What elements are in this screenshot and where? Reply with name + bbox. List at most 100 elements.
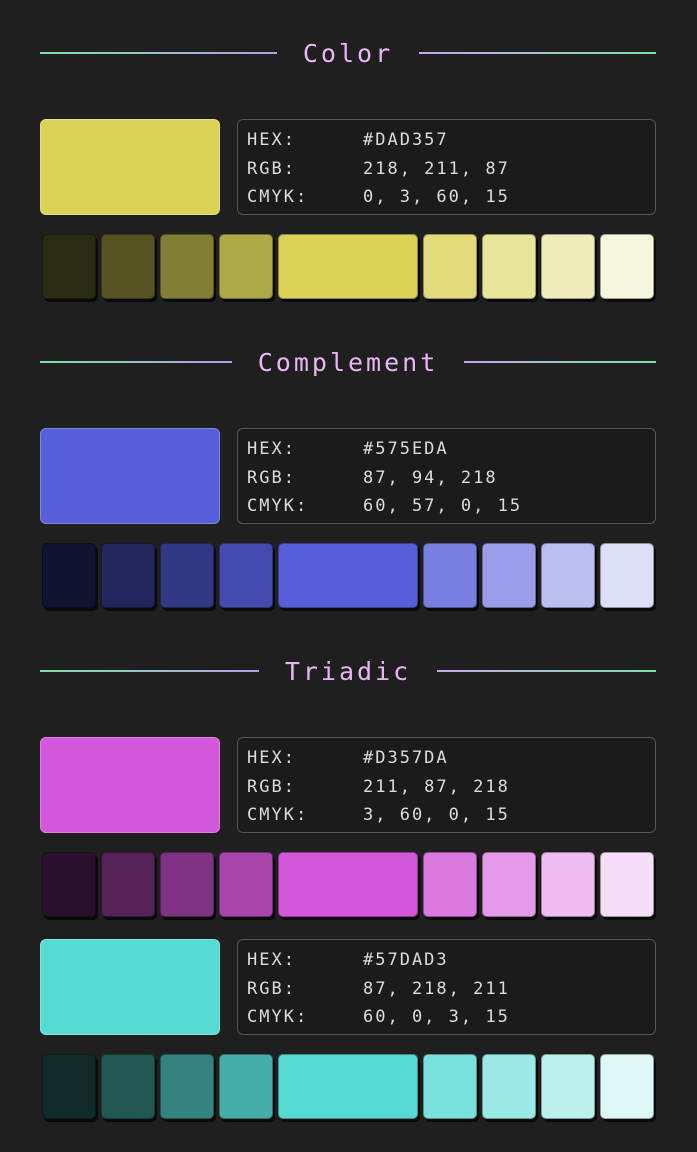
shade-swatch[interactable] [482, 543, 536, 608]
shade-swatch[interactable] [101, 543, 155, 608]
section-header-triadic: Triadic [40, 651, 657, 691]
cmyk-value[interactable]: 60, 0, 3, 15 [363, 1007, 510, 1027]
cmyk-row: CMYK: 0, 3, 60, 15 [247, 183, 655, 212]
color-info-box: HEX: #D357DA RGB: 211, 87, 218 CMYK: 3, 60, 0… [237, 737, 656, 833]
rgb-value[interactable]: 218, 211, 87 [363, 159, 510, 179]
section-header-complement: Complement [40, 342, 657, 382]
rgb-value[interactable]: 87, 218, 211 [363, 979, 510, 999]
shade-swatch[interactable] [42, 1054, 96, 1119]
shade-row [42, 234, 656, 301]
divider-line [419, 52, 657, 54]
cmyk-row: CMYK: 60, 57, 0, 15 [247, 492, 655, 521]
shade-swatch[interactable] [541, 543, 595, 608]
shade-swatch[interactable] [160, 234, 214, 299]
hex-label: HEX: [247, 748, 296, 769]
rgb-label: RGB: [247, 467, 296, 488]
rgb-value[interactable]: 211, 87, 218 [363, 777, 510, 797]
cmyk-row: CMYK: 60, 0, 3, 15 [247, 1003, 655, 1032]
rgb-value[interactable]: 87, 94, 218 [363, 468, 498, 488]
hex-value[interactable]: #DAD357 [363, 130, 449, 150]
shade-swatch[interactable] [42, 543, 96, 608]
shade-swatch[interactable] [101, 1054, 155, 1119]
main-color-swatch[interactable] [40, 119, 220, 215]
shade-swatch[interactable] [278, 234, 418, 299]
shade-swatch[interactable] [278, 1054, 418, 1119]
rgb-row: RGB: 211, 87, 218 [247, 773, 655, 802]
shade-swatch[interactable] [42, 852, 96, 917]
shade-swatch[interactable] [219, 234, 273, 299]
shade-swatch[interactable] [423, 234, 477, 299]
color-block-triadic-1: HEX: #D357DA RGB: 211, 87, 218 CMYK: 3, 60, 0… [40, 737, 656, 919]
cmyk-label: CMYK: [247, 187, 309, 208]
color-info-box: HEX: #DAD357 RGB: 218, 211, 87 CMYK: 0, 3, 60… [237, 119, 656, 215]
rgb-row: RGB: 218, 211, 87 [247, 155, 655, 184]
shade-row [42, 852, 656, 919]
cmyk-label: CMYK: [247, 496, 309, 517]
hex-value[interactable]: #575EDA [363, 439, 449, 459]
shade-swatch[interactable] [160, 852, 214, 917]
shade-swatch[interactable] [482, 852, 536, 917]
cmyk-label: CMYK: [247, 1007, 309, 1028]
rgb-label: RGB: [247, 158, 296, 179]
divider-line [437, 670, 657, 672]
main-color-swatch[interactable] [40, 428, 220, 524]
section-title: Complement [257, 347, 439, 377]
color-info-box: HEX: #57DAD3 RGB: 87, 218, 211 CMYK: 60, 0, 3… [237, 939, 656, 1035]
color-block-triadic-2: HEX: #57DAD3 RGB: 87, 218, 211 CMYK: 60, 0, 3… [40, 939, 656, 1121]
hex-label: HEX: [247, 439, 296, 460]
hex-row: HEX: #DAD357 [247, 126, 655, 155]
shade-swatch[interactable] [541, 234, 595, 299]
shade-swatch[interactable] [600, 852, 654, 917]
divider-line [40, 361, 232, 363]
shade-swatch[interactable] [541, 852, 595, 917]
section-header-color: Color [40, 33, 657, 73]
shade-swatch[interactable] [482, 1054, 536, 1119]
main-color-swatch[interactable] [40, 939, 220, 1035]
hex-label: HEX: [247, 950, 296, 971]
main-color-swatch[interactable] [40, 737, 220, 833]
shade-swatch[interactable] [278, 852, 418, 917]
shade-swatch[interactable] [219, 1054, 273, 1119]
divider-line [40, 52, 277, 54]
shade-swatch[interactable] [219, 852, 273, 917]
shade-swatch[interactable] [160, 1054, 214, 1119]
color-block-complement: HEX: #575EDA RGB: 87, 94, 218 CMYK: 60, 57, 0… [40, 428, 656, 610]
rgb-row: RGB: 87, 218, 211 [247, 975, 655, 1004]
shade-swatch[interactable] [423, 852, 477, 917]
shade-swatch[interactable] [278, 543, 418, 608]
section-title: Color [302, 38, 394, 68]
divider-line [464, 361, 657, 363]
rgb-label: RGB: [247, 978, 296, 999]
rgb-row: RGB: 87, 94, 218 [247, 464, 655, 493]
shade-swatch[interactable] [600, 543, 654, 608]
shade-swatch[interactable] [160, 543, 214, 608]
divider-line [40, 670, 259, 672]
cmyk-row: CMYK: 3, 60, 0, 15 [247, 801, 655, 830]
color-block-base: HEX: #DAD357 RGB: 218, 211, 87 CMYK: 0, 3, 60… [40, 119, 656, 301]
hex-value[interactable]: #57DAD3 [363, 950, 449, 970]
cmyk-label: CMYK: [247, 805, 309, 826]
shade-row [42, 543, 656, 610]
shade-swatch[interactable] [600, 1054, 654, 1119]
shade-swatch[interactable] [101, 234, 155, 299]
hex-value[interactable]: #D357DA [363, 748, 449, 768]
rgb-label: RGB: [247, 776, 296, 797]
shade-swatch[interactable] [42, 234, 96, 299]
hex-label: HEX: [247, 130, 296, 151]
shade-swatch[interactable] [219, 543, 273, 608]
shade-swatch[interactable] [541, 1054, 595, 1119]
cmyk-value[interactable]: 3, 60, 0, 15 [363, 805, 510, 825]
cmyk-value[interactable]: 60, 57, 0, 15 [363, 496, 522, 516]
shade-row [42, 1054, 656, 1121]
hex-row: HEX: #D357DA [247, 744, 655, 773]
hex-row: HEX: #575EDA [247, 435, 655, 464]
color-info-box: HEX: #575EDA RGB: 87, 94, 218 CMYK: 60, 57, 0… [237, 428, 656, 524]
shade-swatch[interactable] [423, 1054, 477, 1119]
hex-row: HEX: #57DAD3 [247, 946, 655, 975]
shade-swatch[interactable] [101, 852, 155, 917]
shade-swatch[interactable] [423, 543, 477, 608]
cmyk-value[interactable]: 0, 3, 60, 15 [363, 187, 510, 207]
shade-swatch[interactable] [482, 234, 536, 299]
shade-swatch[interactable] [600, 234, 654, 299]
section-title: Triadic [284, 656, 412, 686]
